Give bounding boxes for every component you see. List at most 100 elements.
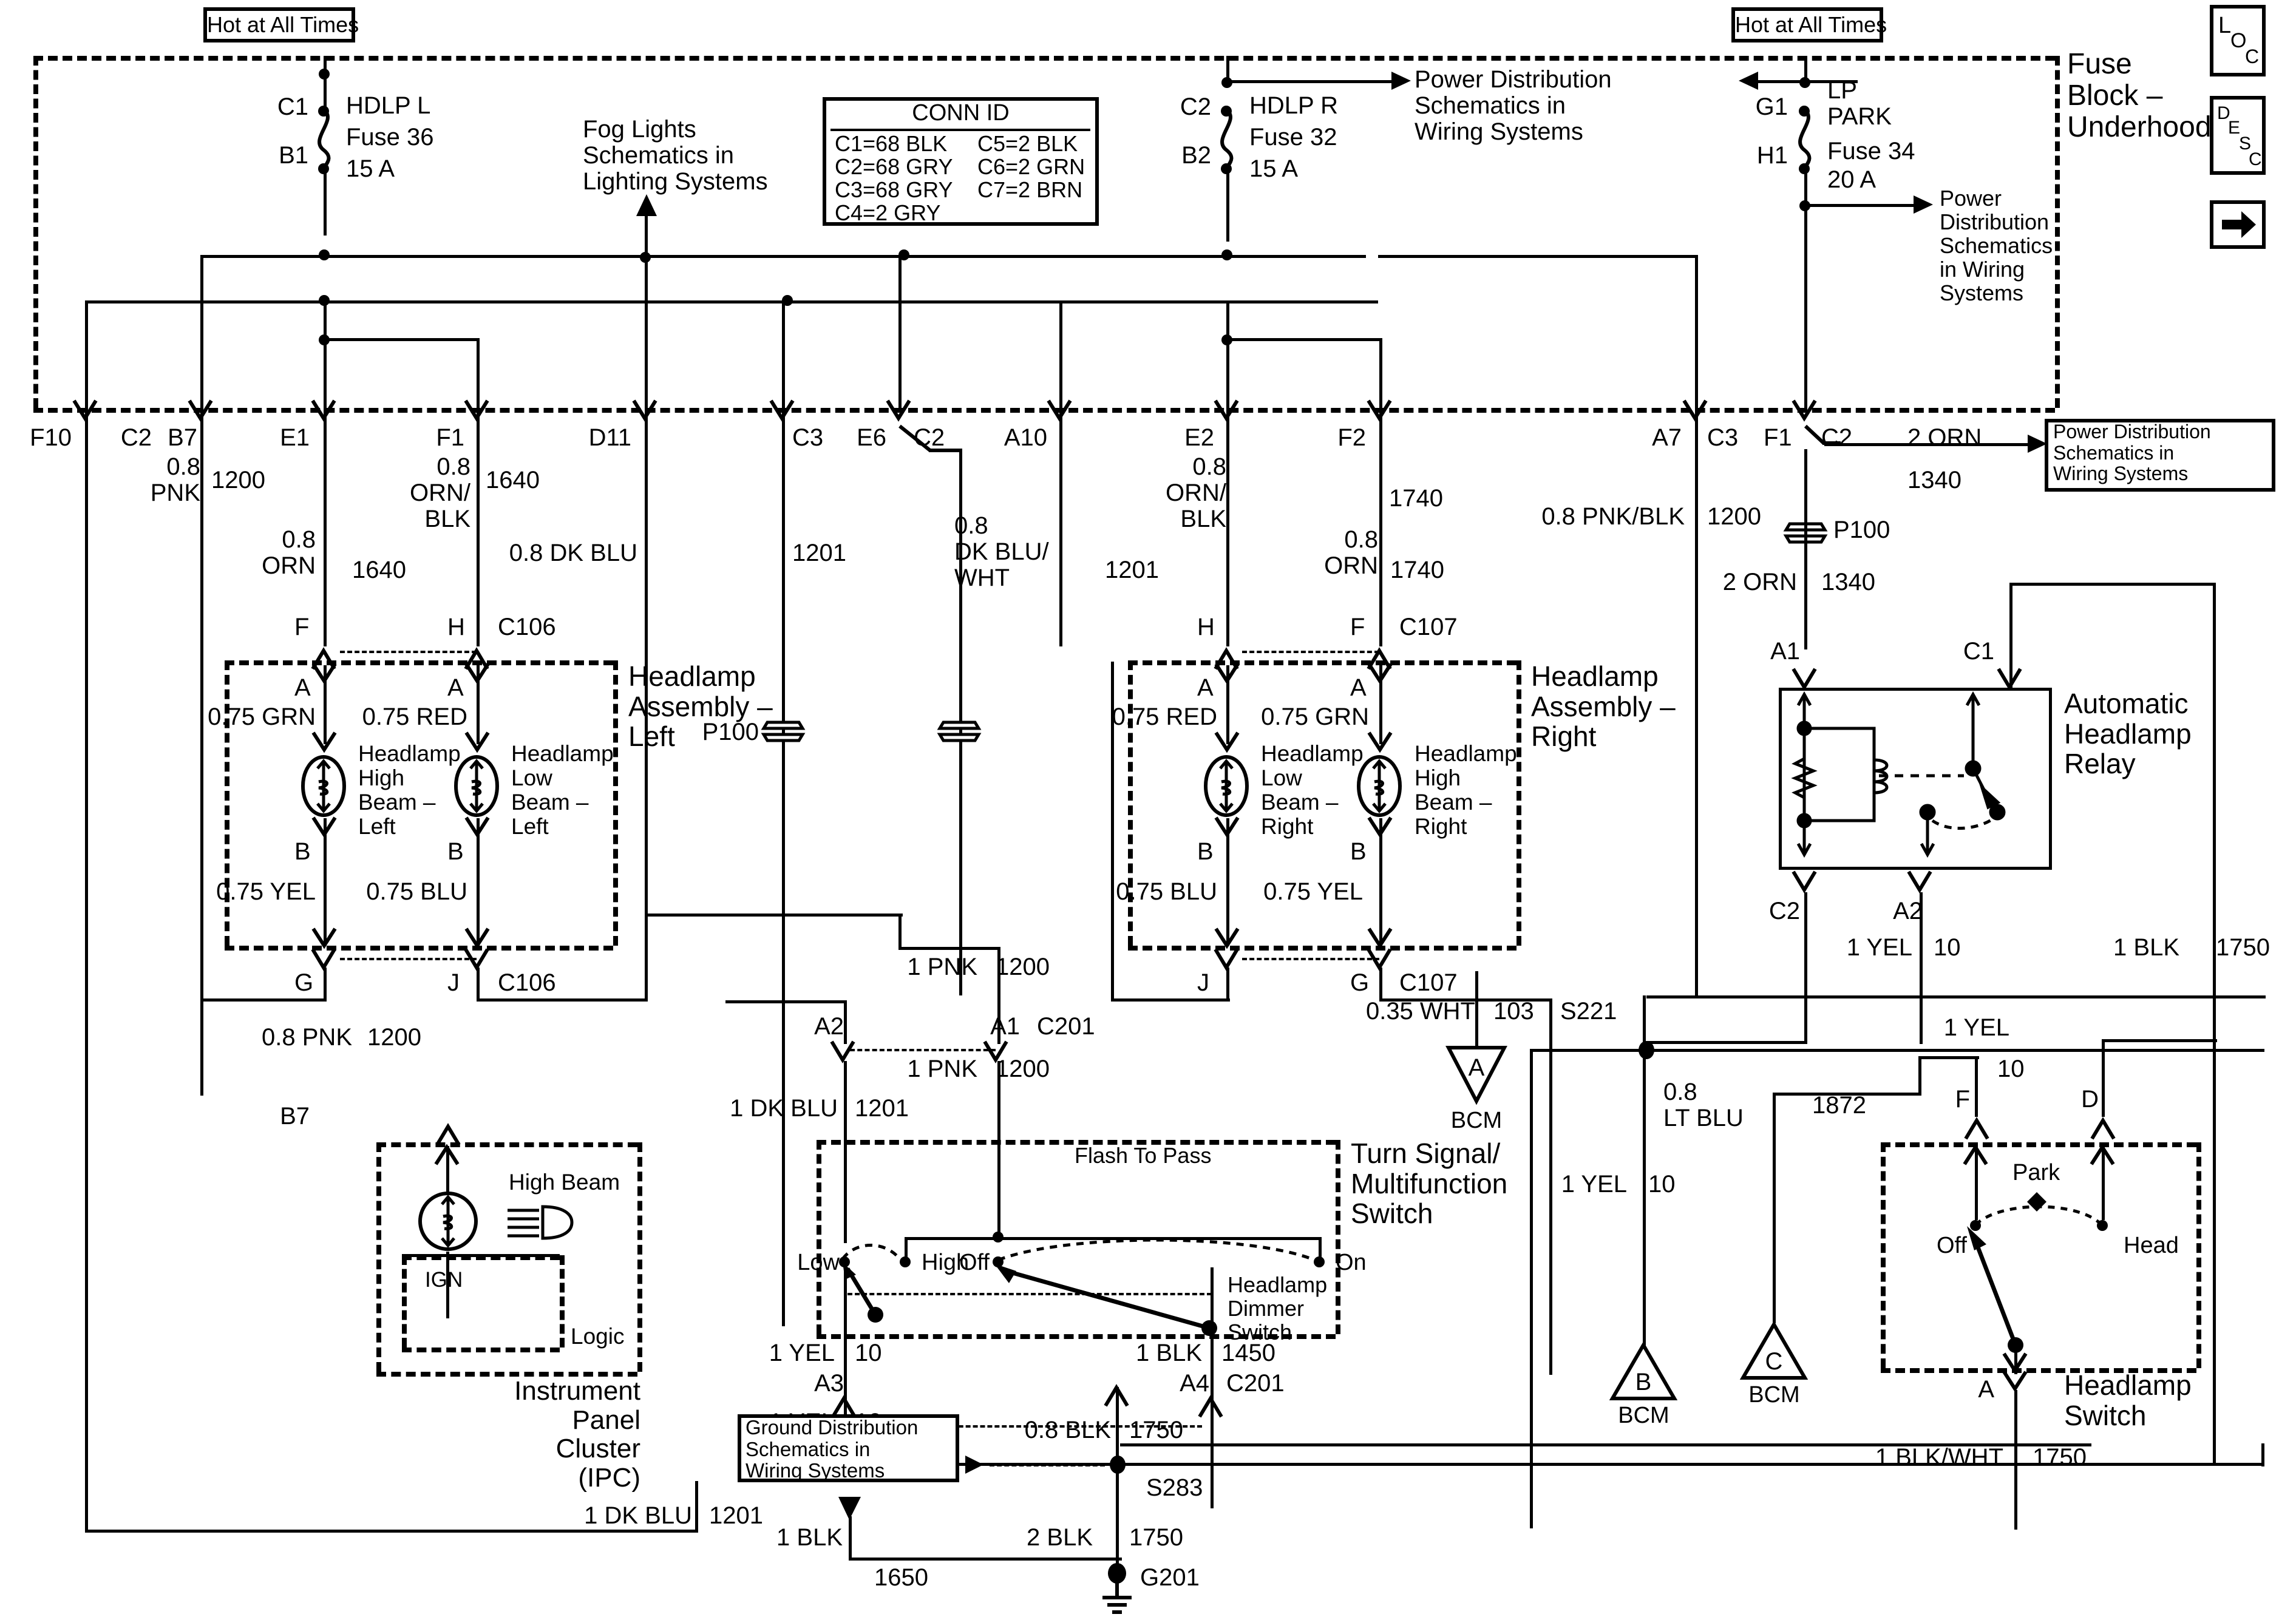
fuse32-out-wire: [1226, 169, 1229, 242]
hl-left-lamp1-wire-b: 0.75 YEL: [216, 878, 316, 905]
ground-ref-dashline: [990, 1464, 1105, 1466]
relay-c2-to-s221: [1646, 1041, 1807, 1044]
pin-e2: E2: [1184, 424, 1214, 451]
ts-a2-wire-down: [844, 1061, 847, 1243]
wire-c3e6-vertical: [782, 410, 785, 1326]
pin-a7: A7: [1652, 424, 1682, 451]
next-page-arrow-icon-box[interactable]: [2210, 200, 2266, 249]
hl-left-lamp1-label: Headlamp High Beam – Left: [358, 741, 461, 839]
ts-dash-left: [817, 1140, 821, 1334]
bus-bar-lower: [85, 300, 1378, 303]
ts-a1-feed-up: [898, 914, 902, 950]
ts-flash-to-pass-label: Flash To Pass: [1075, 1143, 1212, 1168]
wire-f10-vertical: [85, 410, 88, 1533]
ipc-name: Instrument Panel Cluster (IPC): [514, 1376, 640, 1493]
wire-08-pnkblk: 0.8 PNK/BLK: [1541, 503, 1685, 530]
hl-right-lamp1-pin-a: A: [1197, 674, 1214, 701]
ipc-ign-label: IGN: [425, 1268, 463, 1292]
wire-1200-b: 1200: [1707, 503, 1761, 530]
desc-icon-box[interactable]: D E S C: [2210, 96, 2266, 175]
fuse36-pin-top: C1: [277, 93, 308, 120]
hl-left-lamp2-wire-b: 0.75 BLU: [366, 878, 467, 905]
s221-upper-h: [1646, 995, 2266, 998]
relay-c2-wire: [1804, 892, 1807, 1044]
branch-upper-to-a7: [1378, 255, 1697, 258]
s221-ltblu-leg: [1643, 1049, 1646, 1346]
loc-icon-box[interactable]: L O C: [2210, 5, 2266, 76]
ts-a1-feed-v: [997, 947, 1000, 1044]
p100-connector-symbol-right: [1783, 522, 1828, 544]
wire-1yel-10-a: 1 YEL: [769, 1340, 835, 1366]
wire-1yel-10-c: 1 YEL: [1561, 1171, 1627, 1198]
fog-lights-wire: [645, 209, 648, 258]
wire-08blk-1750: 0.8 BLK: [1024, 1417, 1111, 1443]
g201-label: G201: [1140, 1564, 1200, 1591]
conn-id-row0-left: C1=68 BLK: [835, 131, 948, 156]
ts-dimmer-linkage-dash: [847, 1293, 1212, 1295]
drop-e2: [1226, 300, 1229, 410]
hl-right-pin-top-1: H: [1197, 614, 1215, 640]
hs-dash-left: [1881, 1142, 1886, 1368]
wire-1740-b: 1740: [1390, 557, 1444, 583]
fuse36-number: Fuse 36: [346, 124, 434, 151]
fuse36-rating: 15 A: [346, 155, 395, 182]
pin-f1-right: F1: [1764, 424, 1792, 451]
hs-f-wire: [1975, 1056, 1978, 1117]
relay-c1-feed-up: [2009, 583, 2012, 646]
bcm-a-label: BCM: [1450, 1108, 1503, 1133]
hl-left-ret2-v: [477, 968, 480, 1002]
relay-name: Automatic Headlamp Relay: [2064, 688, 2192, 780]
wire-1dkblu-1201-b: 1 DK BLU: [584, 1502, 692, 1529]
hl-left-lamp2-pin-a: A: [447, 674, 464, 701]
ts-a2-feed-h: [725, 1000, 847, 1003]
hot-at-all-times-left-box: Hot at All Times: [203, 7, 359, 42]
fuse-block-dash-right: [2055, 56, 2060, 408]
wire-1201-c: 1201: [855, 1095, 909, 1122]
hl-right-lamp1-label: Headlamp Low Beam – Right: [1261, 741, 1364, 839]
fog-lights-ref-label: Fog Lights Schematics in Lighting Systems: [583, 116, 768, 195]
bus-upper-dot-1: [319, 249, 330, 260]
hl-left-lamp2-arrow-down: [464, 663, 490, 685]
hl-left-conn-bot: C106: [498, 969, 556, 996]
pin-c2-left: C2: [120, 424, 152, 451]
pin-d11: D11: [588, 424, 631, 451]
pin-b7-left: B7: [168, 424, 197, 451]
fuse34-rating: 20 A: [1827, 166, 1877, 193]
ground-ref-arrowhead: [965, 1456, 983, 1474]
hl-left-conn-bot-dashline: [340, 958, 477, 960]
hl-right-lamp1-wire-a: 0.75 RED: [1112, 703, 1217, 730]
hl-right-ret1-v: [1226, 968, 1229, 1002]
wire-1200-c: 1200: [996, 954, 1050, 980]
hl-right-name: Headlamp Assembly – Right: [1531, 660, 1676, 753]
wire-1740-a: 1740: [1389, 485, 1443, 512]
ground-1650-v: [849, 1516, 852, 1560]
hl-left-ret2-up: [645, 910, 648, 1002]
pd-top-left-arrowhead: [1391, 72, 1411, 90]
relay-pin-a1: A1: [1770, 638, 1800, 665]
wire-10-a: 10: [855, 1340, 882, 1366]
fuse34-symbol: [1798, 106, 1812, 174]
hl-right-lamp1-pin-b: B: [1197, 838, 1214, 865]
ipc-logic-dash-right: [560, 1255, 565, 1348]
ipc-pin-b7: B7: [280, 1103, 310, 1130]
hl-left-pin-bot-1: G: [294, 969, 314, 996]
pd-top-right-arrowhead: [1739, 72, 1758, 90]
hs-selector-arm[interactable]: [1949, 1224, 2088, 1363]
hl-right-lamp2-pin-b: B: [1350, 838, 1367, 865]
relay-pin-c2: C2: [1768, 898, 1800, 924]
ts-dash-right: [1336, 1140, 1340, 1334]
fuse36-out-wire: [324, 169, 327, 236]
hl-right-lamp2-arrow-down: [1367, 663, 1393, 685]
wire-1dkblu-1201: 1 DK BLU: [730, 1095, 838, 1122]
wire-08-orn: 0.8 ORN: [262, 526, 316, 580]
wire-1201-b: 1201: [1105, 557, 1159, 583]
drop-d11: [645, 255, 648, 410]
hl-right-dash-top: [1128, 660, 1517, 665]
wire-1750-b: 1750: [1129, 1524, 1183, 1551]
hl-right-side-wire: [1111, 662, 1114, 1002]
branch-e2-to-f2: [1226, 338, 1381, 341]
hs-f-wire-h: [1918, 1056, 1979, 1059]
hot-at-all-times-right-box: Hot at All Times: [1731, 7, 1887, 42]
branch-c3e6-a10: [782, 300, 1061, 303]
bottom-left-return-wire: [85, 1530, 698, 1533]
